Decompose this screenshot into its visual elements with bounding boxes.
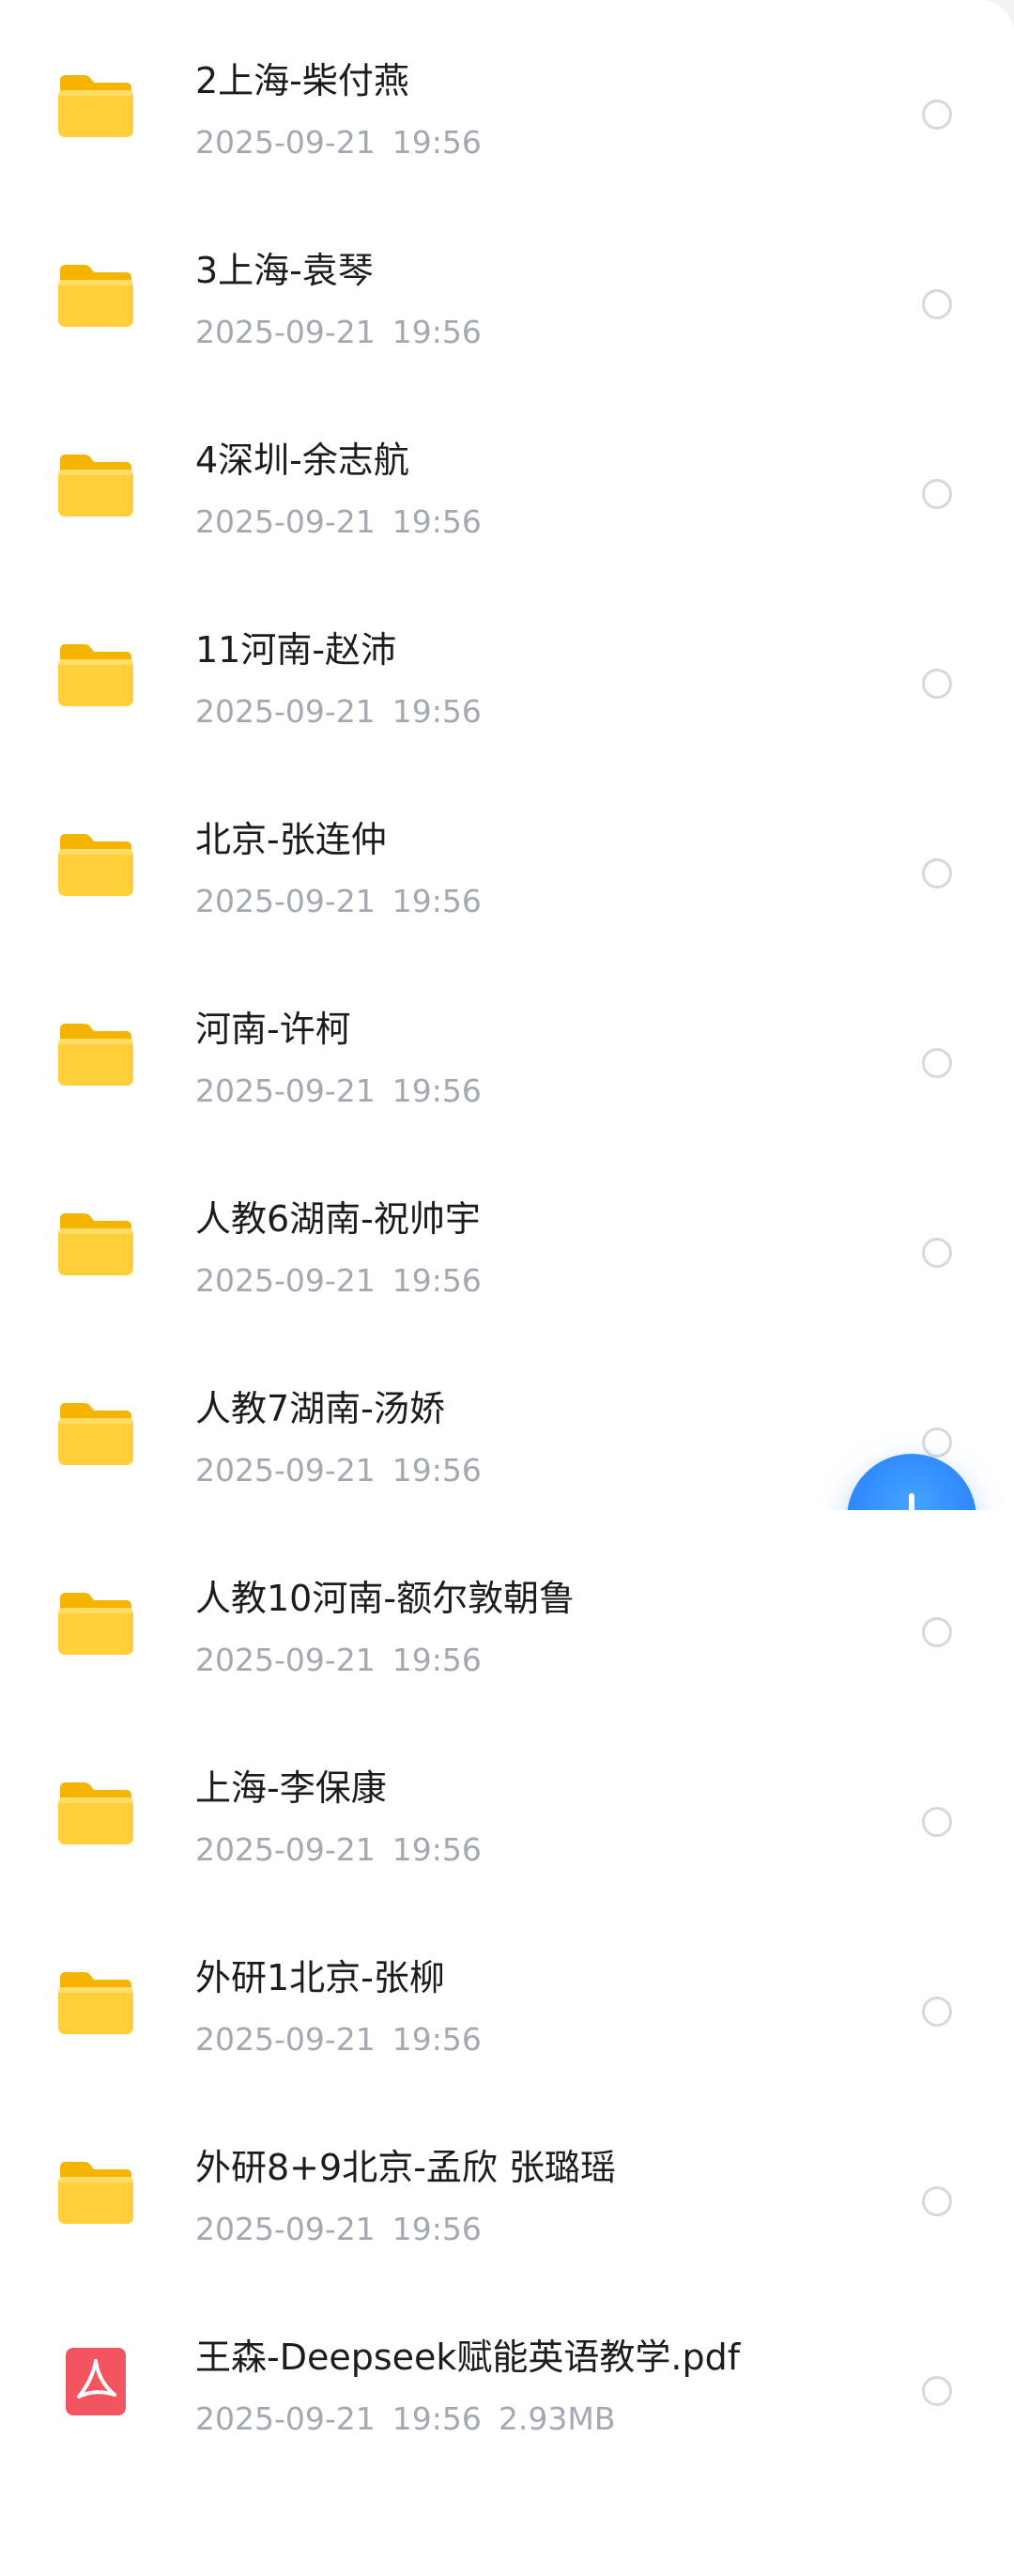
folder-icon <box>56 1589 135 1657</box>
file-list-sheet: 2上海-柴付燕 2025-09-21 19:56 3上海-袁琴 2025-09-2… <box>0 0 1014 2576</box>
select-radio[interactable] <box>922 1048 952 1078</box>
select-radio[interactable] <box>922 100 952 130</box>
folder-icon <box>56 1399 135 1467</box>
file-meta: 2025-09-21 19:56 <box>195 2021 482 2059</box>
file-meta: 2025-09-21 19:56 <box>195 124 482 162</box>
file-row[interactable]: 外研8+9北京-孟欣 张璐瑶 2025-09-21 19:56 <box>0 2096 1014 2286</box>
select-radio[interactable] <box>922 1997 952 2027</box>
select-radio[interactable] <box>922 289 952 319</box>
file-meta: 2025-09-21 19:56 <box>195 883 482 920</box>
select-radio[interactable] <box>922 479 952 509</box>
file-name: 人教6湖南-祝帅宇 <box>195 1198 481 1240</box>
file-row[interactable]: 人教6湖南-祝帅宇 2025-09-21 19:56 <box>0 1148 1014 1337</box>
file-time: 19:56 <box>392 1831 482 1868</box>
file-date: 2025-09-21 <box>195 1262 376 1299</box>
file-date: 2025-09-21 <box>195 2211 376 2247</box>
file-date: 2025-09-21 <box>195 1642 376 1678</box>
file-meta: 2025-09-21 19:56 <box>195 693 482 731</box>
file-name: 2上海-柴付燕 <box>195 60 409 101</box>
file-meta: 2025-09-21 19:56 <box>195 1072 482 1110</box>
folder-icon <box>56 1779 135 1846</box>
file-date: 2025-09-21 <box>195 2021 376 2058</box>
pdf-icon <box>56 2348 135 2415</box>
file-time: 19:56 <box>392 2021 482 2058</box>
file-meta: 2025-09-21 19:56 <box>195 2211 482 2248</box>
file-name: 北京-张连仲 <box>195 819 387 860</box>
folder-icon <box>56 1020 135 1087</box>
file-name: 人教10河南-额尔敦朝鲁 <box>195 1578 576 1619</box>
file-row[interactable]: 河南-许柯 2025-09-21 19:56 <box>0 958 1014 1148</box>
file-name: 人教7湖南-汤娇 <box>195 1388 445 1429</box>
file-name: 外研8+9北京-孟欣 张璐瑶 <box>195 2147 616 2188</box>
file-date: 2025-09-21 <box>195 1072 376 1109</box>
select-radio[interactable] <box>922 2376 952 2406</box>
select-radio[interactable] <box>922 1617 952 1647</box>
folder-icon <box>56 71 135 139</box>
file-name: 外研1北京-张柳 <box>195 1957 445 1998</box>
folder-icon <box>56 640 135 708</box>
file-meta: 2025-09-21 19:56 <box>195 1831 482 1869</box>
file-time: 19:56 <box>392 1072 482 1109</box>
file-row[interactable]: 外研1北京-张柳 2025-09-21 19:56 <box>0 1906 1014 2096</box>
folder-icon <box>56 830 135 898</box>
folder-icon <box>56 261 135 329</box>
file-name: 上海-李保康 <box>195 1767 387 1809</box>
select-radio[interactable] <box>922 669 952 699</box>
select-radio[interactable] <box>922 858 952 888</box>
file-date: 2025-09-21 <box>195 1831 376 1868</box>
file-time: 19:56 <box>392 2211 482 2247</box>
file-time: 19:56 <box>392 1262 482 1299</box>
file-meta: 2025-09-21 19:56 <box>195 1642 482 1679</box>
file-date: 2025-09-21 <box>195 883 376 919</box>
file-meta: 2025-09-21 19:56 <box>195 503 482 541</box>
folder-icon <box>56 1968 135 2036</box>
file-row[interactable]: 3上海-袁琴 2025-09-21 19:56 <box>0 199 1014 389</box>
file-time: 19:56 <box>392 883 482 919</box>
folder-icon <box>56 451 135 518</box>
file-name: 河南-许柯 <box>195 1009 351 1050</box>
select-radio[interactable] <box>922 1807 952 1837</box>
file-date: 2025-09-21 <box>195 503 376 540</box>
file-size: 2.93MB <box>498 2400 616 2437</box>
file-time: 19:56 <box>392 314 482 350</box>
add-fab-button[interactable] <box>847 1454 976 1510</box>
file-meta: 2025-09-21 19:56 <box>195 1452 482 1489</box>
file-date: 2025-09-21 <box>195 314 376 350</box>
fab-container <box>807 1409 1014 1510</box>
folder-icon <box>56 2158 135 2226</box>
file-time: 19:56 <box>392 1452 482 1489</box>
file-row[interactable]: 人教10河南-额尔敦朝鲁 2025-09-21 19:56 <box>0 1527 1014 1717</box>
file-time: 19:56 <box>392 124 482 161</box>
plus-icon <box>909 1493 914 1510</box>
file-time: 19:56 <box>392 2400 482 2437</box>
file-date: 2025-09-21 <box>195 2400 376 2437</box>
folder-icon <box>56 1210 135 1277</box>
file-row[interactable]: 11河南-赵沛 2025-09-21 19:56 <box>0 578 1014 768</box>
file-date: 2025-09-21 <box>195 1452 376 1489</box>
file-date: 2025-09-21 <box>195 693 376 730</box>
file-time: 19:56 <box>392 503 482 540</box>
file-row[interactable]: 上海-李保康 2025-09-21 19:56 <box>0 1717 1014 1906</box>
select-radio[interactable] <box>922 1238 952 1268</box>
file-meta: 2025-09-21 19:56 <box>195 1262 482 1300</box>
file-date: 2025-09-21 <box>195 124 376 161</box>
file-time: 19:56 <box>392 1642 482 1678</box>
file-row[interactable]: 2上海-柴付燕 2025-09-21 19:56 <box>0 9 1014 199</box>
file-meta: 2025-09-21 19:56 2.93MB <box>195 2400 615 2438</box>
file-name: 王森-Deepseek赋能英语教学.pdf <box>195 2337 741 2378</box>
file-meta: 2025-09-21 19:56 <box>195 314 482 351</box>
file-name: 11河南-赵沛 <box>195 629 397 671</box>
file-row[interactable]: 北京-张连仲 2025-09-21 19:56 <box>0 768 1014 958</box>
file-time: 19:56 <box>392 693 482 730</box>
file-row[interactable]: 4深圳-余志航 2025-09-21 19:56 <box>0 389 1014 578</box>
file-name: 3上海-袁琴 <box>195 250 374 291</box>
file-row[interactable]: 王森-Deepseek赋能英语教学.pdf 2025-09-21 19:56 2.9… <box>0 2286 1014 2476</box>
select-radio[interactable] <box>922 2186 952 2216</box>
file-name: 4深圳-余志航 <box>195 440 409 481</box>
